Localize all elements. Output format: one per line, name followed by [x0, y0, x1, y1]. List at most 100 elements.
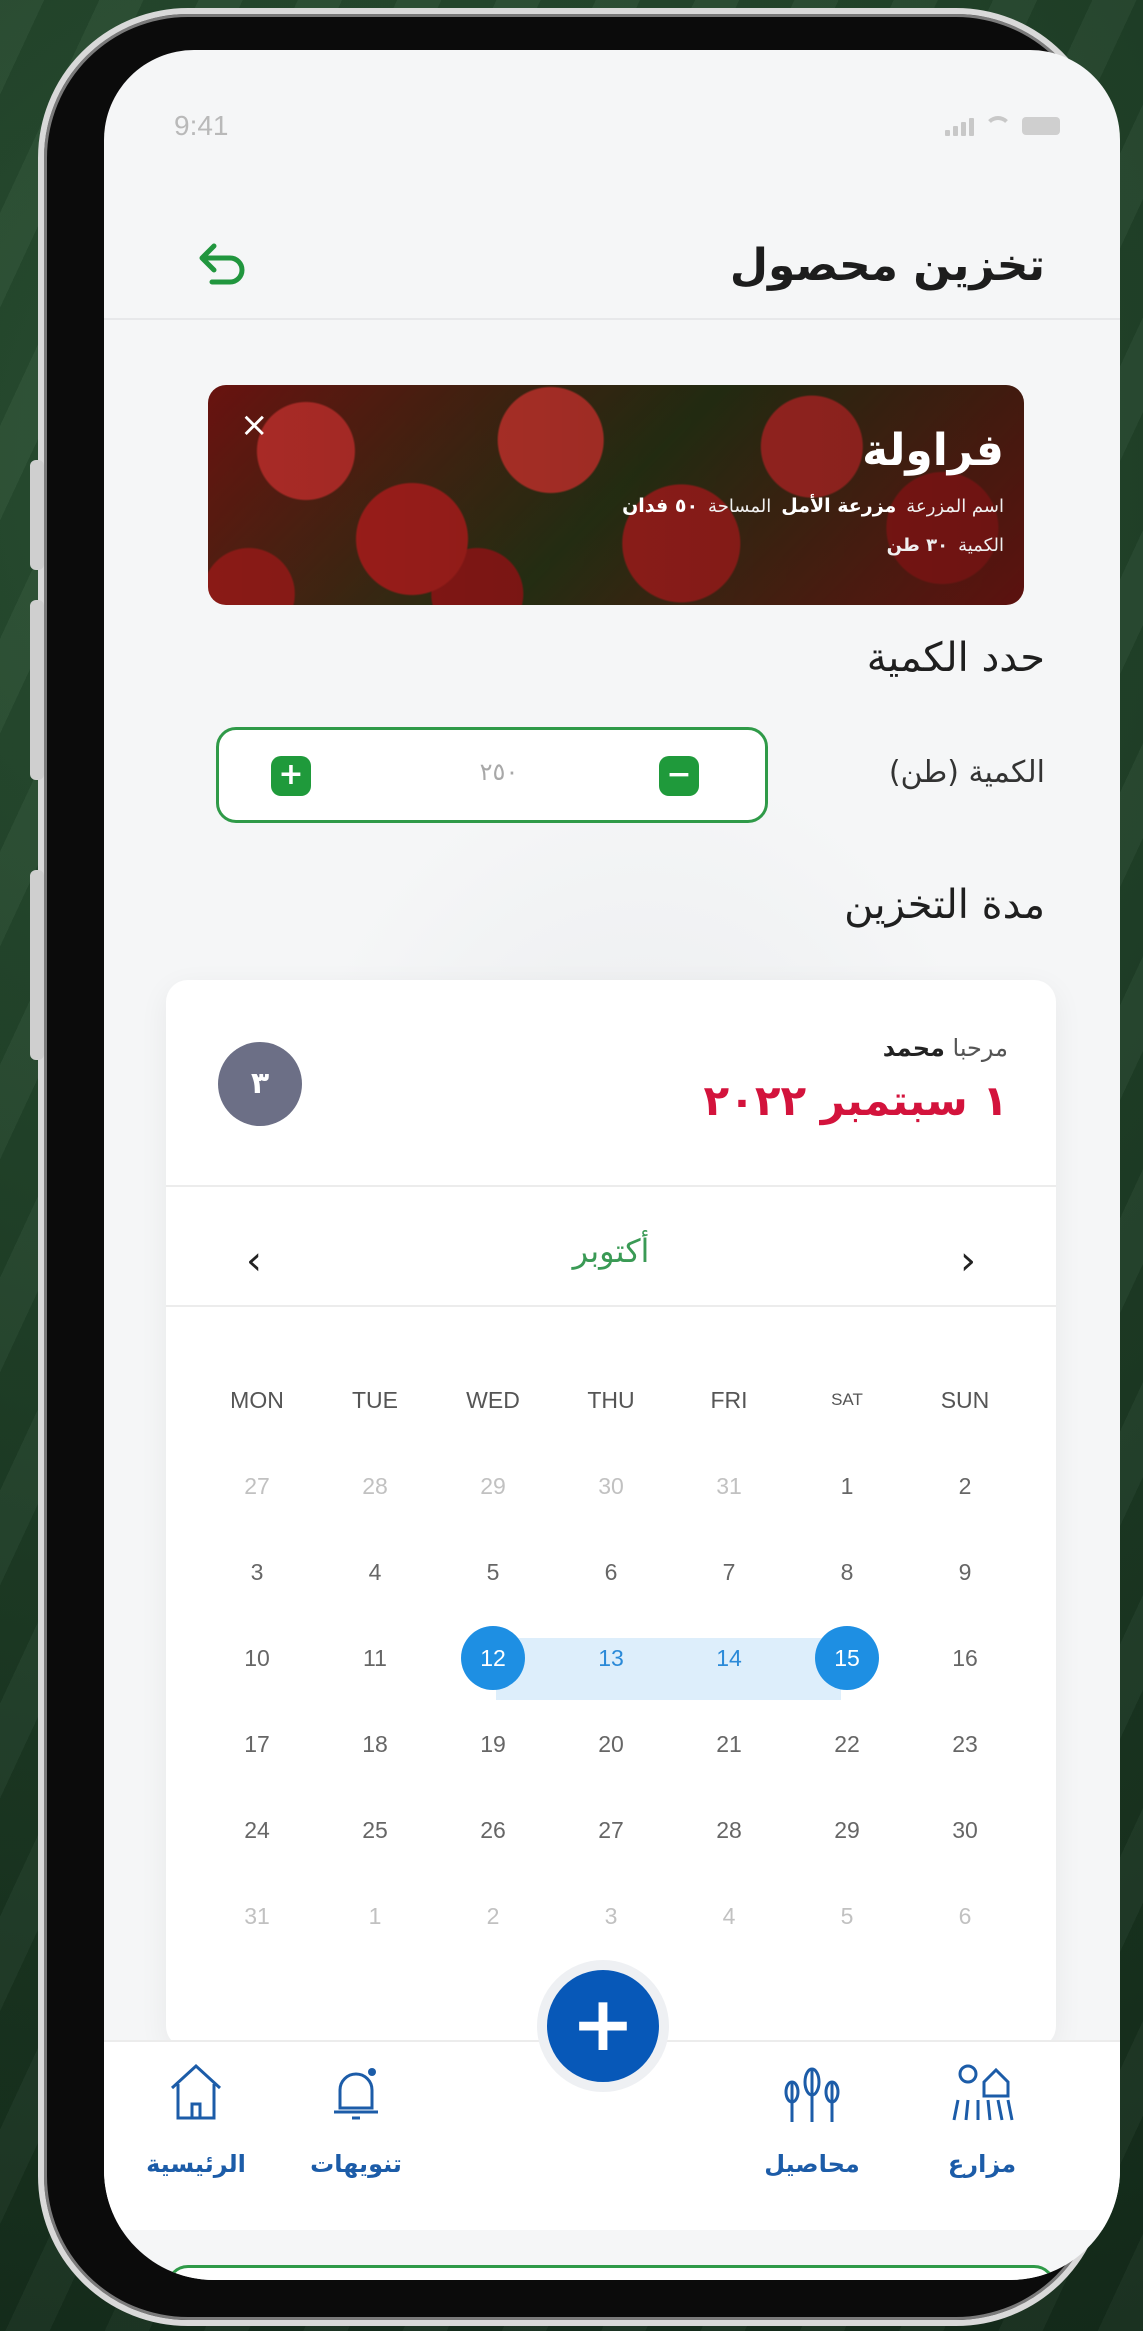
quantity-stepper: + ٢٥٠ −: [216, 727, 768, 823]
calendar-day[interactable]: 2: [434, 1896, 552, 1982]
add-button[interactable]: +: [537, 1960, 669, 2092]
calendar-day[interactable]: 26: [434, 1810, 552, 1896]
weekday: SAT: [831, 1390, 863, 1409]
calendar-day[interactable]: 9: [906, 1552, 1024, 1638]
range-end-day[interactable]: 15: [788, 1626, 906, 1724]
calendar-day[interactable]: 4: [670, 1896, 788, 1982]
weekday-header: MON TUE WED THU FRI SAT SUN: [198, 1380, 1024, 1466]
product-card: × فراولة اسم المزرعة مزرعة الأمل المساحة…: [208, 385, 1024, 605]
calendar-day[interactable]: 14: [670, 1638, 788, 1724]
next-month-button[interactable]: ›: [960, 1238, 976, 1284]
weekday: MON: [230, 1387, 284, 1413]
crop-meta: اسم المزرعة مزرعة الأمل المساحة ٥٠ فدان: [622, 495, 1004, 517]
calendar-day[interactable]: 18: [316, 1724, 434, 1810]
phone-volume-up: [30, 600, 44, 780]
calendar-day[interactable]: 6: [906, 1896, 1024, 1982]
calendar-day[interactable]: 5: [788, 1896, 906, 1982]
calendar-day[interactable]: 28: [316, 1466, 434, 1552]
page-title: تخزين محصول: [729, 240, 1045, 291]
nav-label: الرئيسية: [146, 2150, 246, 2178]
nav-item-crops[interactable]: محاصيل: [742, 2060, 882, 2178]
battery-icon: [1022, 117, 1060, 135]
status-icons: [945, 116, 1060, 136]
phone-volume-down: [30, 870, 44, 1060]
calendar-day[interactable]: 27: [198, 1466, 316, 1552]
greeting-prefix: مرحبا: [952, 1034, 1009, 1062]
calendar-day[interactable]: 3: [198, 1552, 316, 1638]
calendar-week: 17 18 19 20 21 22 23: [198, 1724, 1024, 1810]
calendar-day[interactable]: 17: [198, 1724, 316, 1810]
calendar-grid: MON TUE WED THU FRI SAT SUN 27 28 29 30 …: [198, 1380, 1024, 1982]
crops-icon: [742, 2060, 882, 2130]
range-end-marker: 15: [815, 1626, 879, 1690]
nav-label: مزارع: [947, 2150, 1017, 2178]
quantity-input[interactable]: ٢٥٠: [419, 758, 579, 786]
wifi-icon: [984, 116, 1012, 136]
calendar-day[interactable]: 28: [670, 1810, 788, 1896]
signal-icon: [945, 116, 974, 136]
weekday: SUN: [940, 1387, 990, 1413]
calendar-day[interactable]: 23: [906, 1724, 1024, 1810]
weekday: WED: [466, 1387, 520, 1413]
calendar-day[interactable]: 31: [670, 1466, 788, 1552]
weekday: FRI: [710, 1387, 748, 1413]
calendar-day[interactable]: 24: [198, 1810, 316, 1896]
divider: [166, 1185, 1056, 1187]
calendar-week: 27 28 29 30 31 1 2: [198, 1466, 1024, 1552]
calendar-card: ٣ مرحبا محمد ١ سبتمبر ٢٠٢٢ ‹ أكتوبر › MO…: [166, 980, 1056, 2048]
calendar-day[interactable]: 16: [906, 1638, 1024, 1724]
calendar-day[interactable]: 21: [670, 1724, 788, 1810]
calendar-day[interactable]: 6: [552, 1552, 670, 1638]
calendar-day[interactable]: 20: [552, 1724, 670, 1810]
nav-label: محاصيل: [764, 2150, 860, 2178]
app-header: تخزين محصول: [104, 210, 1120, 320]
calendar-week: 3 4 5 6 7 8 9: [198, 1552, 1024, 1638]
phone-side-button: [30, 460, 44, 570]
farm-value: مزرعة الأمل: [781, 495, 897, 517]
calendar-day[interactable]: 19: [434, 1724, 552, 1810]
selected-date: ١ سبتمبر ٢٠٢٢: [703, 1076, 1008, 1125]
nav-item-home[interactable]: الرئيسية: [126, 2060, 266, 2178]
calendar-day[interactable]: 7: [670, 1552, 788, 1638]
farm-label: اسم المزرعة: [906, 496, 1004, 517]
calendar-day[interactable]: 25: [316, 1810, 434, 1896]
user-name: محمد: [882, 1034, 945, 1062]
app-screen: 9:41 تخزين محصول × فراولة اسم المزرعة مز…: [104, 50, 1120, 2280]
crop-quantity: الكمية ٣٠ طن: [887, 535, 1004, 556]
nav-item-farms[interactable]: مزارع: [912, 2060, 1052, 2178]
quantity-section-title: حدد الكمية: [866, 635, 1045, 681]
area-label: المساحة: [708, 496, 772, 517]
month-label: أكتوبر: [572, 1232, 650, 1270]
calendar-week: 10 11 12 13 14 15 16: [198, 1626, 1024, 1724]
weekday: TUE: [352, 1387, 398, 1413]
close-icon[interactable]: ×: [240, 405, 269, 445]
calendar-day[interactable]: 1: [316, 1896, 434, 1982]
storage-section-title: مدة التخزين: [844, 882, 1045, 928]
calendar-day[interactable]: 29: [788, 1810, 906, 1896]
farm-icon: [912, 2060, 1052, 2130]
calendar-day[interactable]: 2: [906, 1466, 1024, 1552]
calendar-day[interactable]: 27: [552, 1810, 670, 1896]
increment-button[interactable]: +: [271, 756, 311, 796]
calendar-day[interactable]: 22: [788, 1724, 906, 1810]
nav-item-notifications[interactable]: تنويهات: [286, 2060, 426, 2178]
calendar-day[interactable]: 1: [788, 1466, 906, 1552]
calendar-day[interactable]: 29: [434, 1466, 552, 1552]
avatar[interactable]: ٣: [218, 1042, 302, 1126]
undo-arrow-icon[interactable]: [194, 240, 250, 288]
calendar-day[interactable]: 4: [316, 1552, 434, 1638]
status-time: 9:41: [174, 110, 229, 141]
calendar-day[interactable]: 31: [198, 1896, 316, 1982]
range-start-marker: 12: [461, 1626, 525, 1690]
calendar-day[interactable]: 10: [198, 1638, 316, 1724]
calendar-day[interactable]: 11: [316, 1638, 434, 1724]
bottom-input-field[interactable]: [166, 2265, 1056, 2280]
nav-label: تنويهات: [310, 2150, 402, 2178]
calendar-day[interactable]: 30: [906, 1810, 1024, 1896]
calendar-day[interactable]: 13: [552, 1638, 670, 1724]
weekday: THU: [587, 1387, 635, 1413]
decrement-button[interactable]: −: [659, 756, 699, 796]
quantity-label: الكمية: [958, 535, 1004, 556]
calendar-day[interactable]: 30: [552, 1466, 670, 1552]
range-start-day[interactable]: 12: [434, 1626, 552, 1724]
